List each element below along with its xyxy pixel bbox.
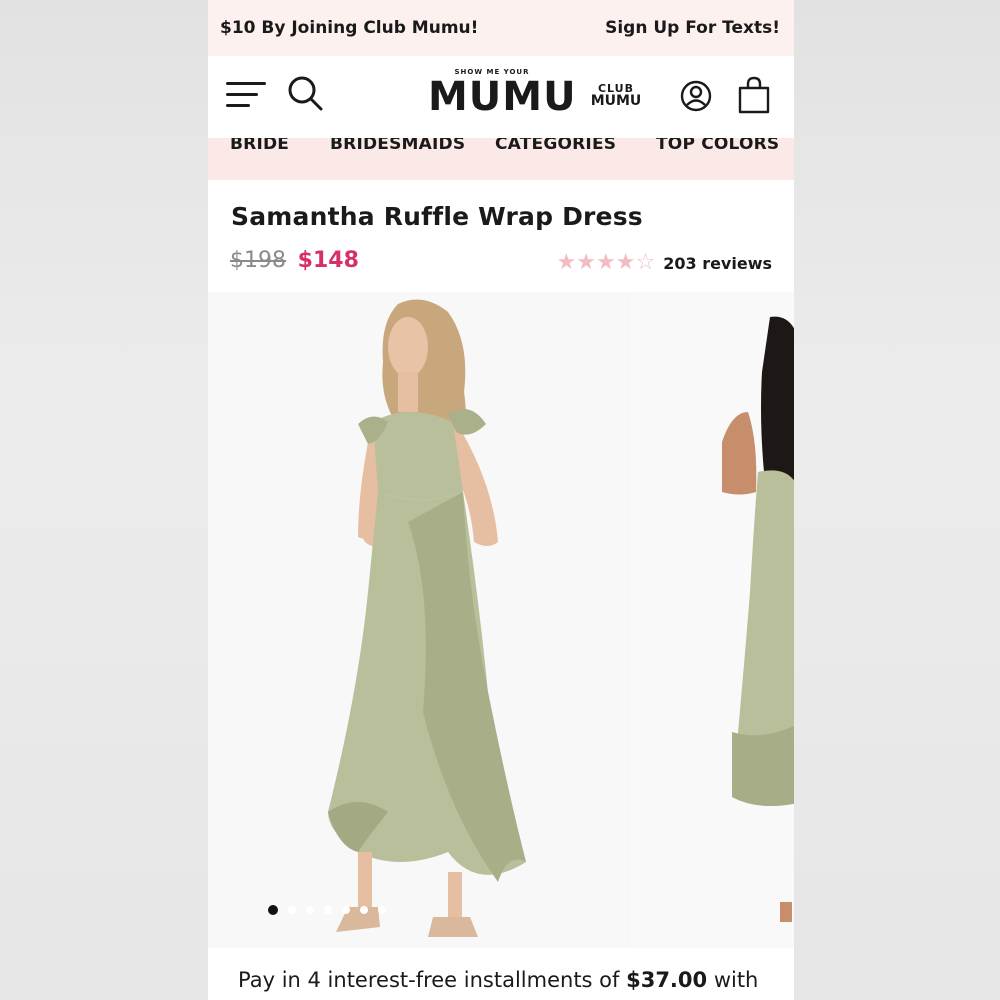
product-header: Samantha Ruffle Wrap Dress $198 $148 ★ ★…	[208, 180, 794, 292]
carousel-dot[interactable]	[378, 906, 386, 914]
search-icon[interactable]	[286, 74, 324, 112]
carousel-dot[interactable]	[360, 906, 368, 914]
model-photo-partial	[630, 292, 794, 948]
promo-texts-link[interactable]: Sign Up For Texts!	[605, 18, 780, 38]
installment-suffix: with	[707, 968, 759, 992]
carousel-dot-active[interactable]	[268, 905, 278, 915]
nav-item-top-colors[interactable]: TOP COLORS	[656, 138, 779, 154]
star-icon: ★	[576, 250, 597, 275]
nav-item-bridesmaids[interactable]: BRIDESMAIDS	[330, 138, 465, 154]
installment-message: Pay in 4 interest-free installments of $…	[208, 948, 794, 1000]
menu-icon[interactable]	[226, 80, 266, 110]
review-count[interactable]: 203 reviews	[663, 254, 772, 273]
carousel-dot[interactable]	[324, 906, 332, 914]
sale-price: $148	[297, 248, 359, 273]
category-nav: BRIDE BRIDESMAIDS CATEGORIES TOP COLORS	[208, 138, 794, 180]
nav-item-categories[interactable]: CATEGORIES	[495, 138, 616, 154]
promo-club-link[interactable]: $10 By Joining Club Mumu!	[220, 18, 478, 38]
menu-line	[226, 93, 258, 96]
price: $198 $148	[230, 248, 359, 273]
original-price: $198	[230, 248, 286, 273]
site-logo[interactable]: SHOW ME YOUR MUMU	[428, 68, 577, 120]
background-right	[794, 0, 1000, 1000]
star-icon: ★	[596, 250, 616, 275]
carousel-dot[interactable]	[288, 906, 296, 914]
site-header: SHOW ME YOUR MUMU CLUB MUMU	[208, 56, 794, 138]
account-icon[interactable]	[680, 80, 712, 112]
club-brand: MUMU	[590, 93, 642, 109]
nav-item-bride[interactable]: BRIDE	[230, 138, 289, 154]
carousel-dot[interactable]	[306, 906, 314, 914]
installment-amount: $37.00	[626, 968, 708, 992]
product-image-front[interactable]	[208, 292, 626, 948]
star-outline-icon: ☆	[635, 250, 656, 275]
model-photo	[208, 292, 626, 948]
product-title: Samantha Ruffle Wrap Dress	[231, 202, 643, 231]
star-rating: ★ ★ ★ ★ ☆	[557, 252, 656, 274]
installment-prefix: Pay in 4 interest-free installments of	[238, 968, 627, 992]
background-left	[0, 0, 208, 1000]
shopping-bag-icon[interactable]	[738, 76, 770, 114]
menu-line	[226, 104, 250, 107]
product-image-carousel[interactable]	[208, 292, 794, 948]
phone-screen: $10 By Joining Club Mumu! Sign Up For Te…	[208, 0, 794, 1000]
menu-line	[226, 82, 266, 85]
rating-summary[interactable]: ★ ★ ★ ★ ☆ 203 reviews	[557, 252, 772, 274]
logo-wordmark: MUMU	[428, 74, 577, 120]
promo-bar: $10 By Joining Club Mumu! Sign Up For Te…	[208, 0, 794, 56]
club-mumu-link[interactable]: CLUB MUMU	[590, 82, 642, 108]
carousel-dot[interactable]	[342, 906, 350, 914]
star-icon: ★	[615, 250, 636, 275]
product-image-back-peek[interactable]	[630, 292, 794, 948]
star-icon: ★	[556, 250, 577, 275]
